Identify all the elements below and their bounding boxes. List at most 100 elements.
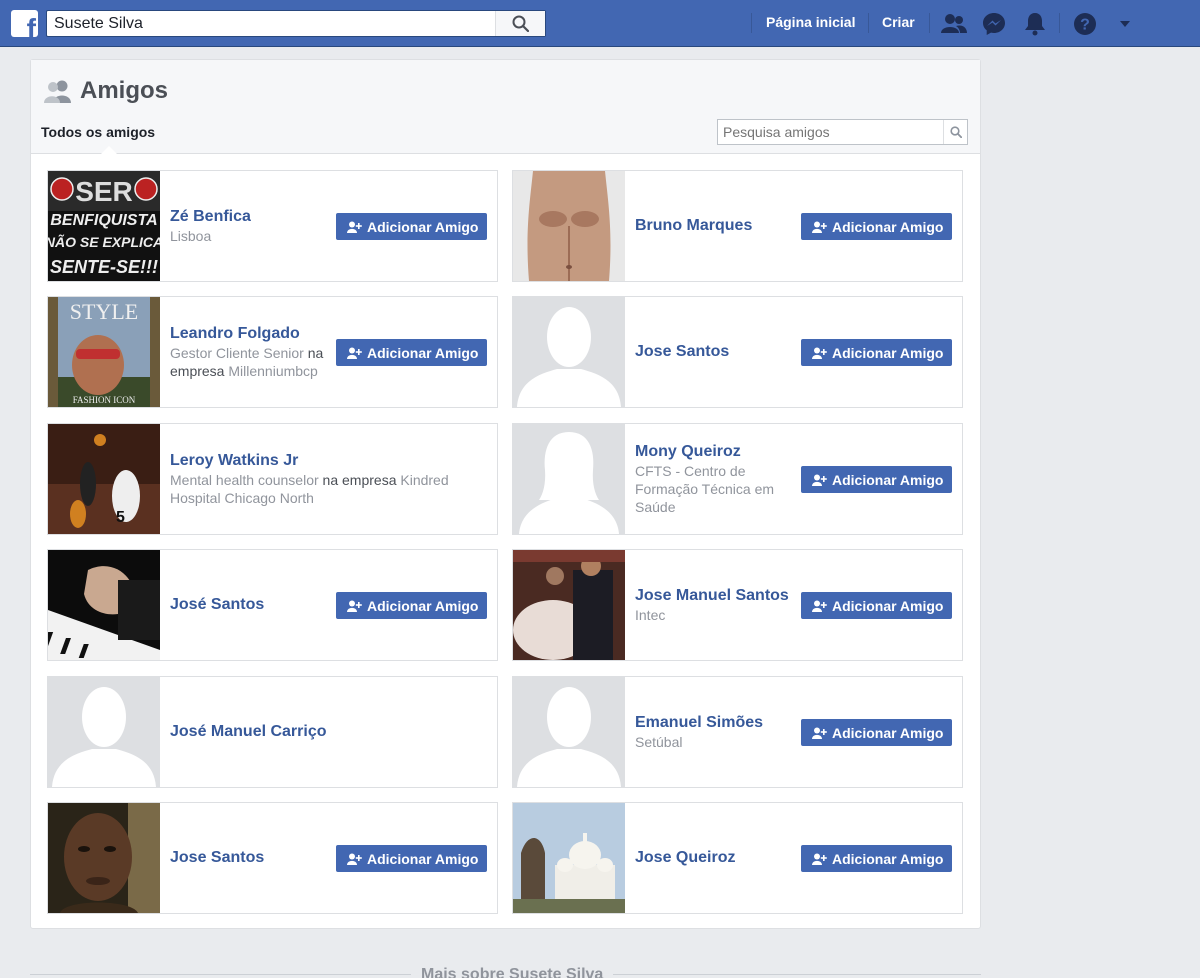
search-button[interactable]	[495, 11, 545, 36]
friend-info: José Manuel Carriço	[170, 677, 470, 787]
friends-search-button[interactable]	[943, 120, 967, 144]
add-friend-icon	[812, 727, 827, 739]
add-friend-button[interactable]: Adicionar Amigo	[336, 592, 487, 619]
friends-search-input[interactable]	[718, 120, 943, 144]
add-friend-icon	[812, 347, 827, 359]
friend-card: José Santos Adicionar Amigo	[47, 549, 498, 661]
friend-subtitle: Mental health counselor na empresa Kindr…	[170, 471, 470, 507]
friend-card: Jose Manuel Santos Intec Adicionar Amigo	[512, 549, 963, 661]
svg-text:NÃO SE EXPLICA: NÃO SE EXPLICA	[48, 233, 160, 250]
nav-separator	[751, 13, 752, 33]
svg-text:SER: SER	[75, 176, 133, 207]
add-friend-label: Adicionar Amigo	[832, 344, 944, 361]
default-avatar-male-icon	[513, 297, 625, 407]
messenger-icon[interactable]	[981, 11, 1007, 37]
friend-name[interactable]: José Manuel Carriço	[170, 722, 470, 742]
friends-card-header: Amigos Todos os amigos	[31, 60, 980, 154]
add-friend-label: Adicionar Amigo	[367, 850, 479, 867]
profile-photo[interactable]: 5	[48, 424, 160, 534]
profile-photo[interactable]	[513, 677, 625, 787]
global-search-box	[46, 10, 546, 37]
search-icon	[949, 126, 962, 138]
friend-subtitle: CFTS - Centro de Formação Técnica em Saú…	[635, 463, 775, 515]
profile-photo[interactable]: STYLE FASHION ICON	[48, 297, 160, 407]
friend-card: Mony Queiroz CFTS - Centro de Formação T…	[512, 423, 963, 535]
home-link[interactable]: Página inicial	[766, 14, 855, 30]
svg-text:STYLE: STYLE	[70, 299, 138, 324]
add-friend-label: Adicionar Amigo	[367, 218, 479, 235]
profile-photo[interactable]: SER BENFIQUISTA NÃO SE EXPLICA SENTE-SE!!!	[48, 171, 160, 281]
tab-all-friends[interactable]: Todos os amigos	[41, 124, 155, 140]
company-name: Millenniumbcp	[224, 363, 318, 379]
friend-subtitle: Intec	[635, 607, 666, 623]
profile-photo[interactable]	[48, 550, 160, 660]
profile-photo[interactable]	[513, 550, 625, 660]
friend-card: Jose Queiroz Adicionar Amigo	[512, 802, 963, 914]
add-friend-icon	[347, 221, 362, 233]
friend-name[interactable]: Jose Manuel Santos	[635, 586, 800, 606]
profile-photo[interactable]	[513, 424, 625, 534]
profile-photo[interactable]	[513, 171, 625, 281]
add-friend-icon	[812, 853, 827, 865]
friend-name[interactable]: Leroy Watkins Jr	[170, 451, 470, 471]
subtitle-connector: empresa	[170, 363, 225, 379]
svg-text:5: 5	[116, 509, 125, 526]
profile-photo[interactable]	[513, 803, 625, 913]
add-friend-icon	[812, 474, 827, 486]
friend-card: Jose Santos Adicionar Amigo	[512, 296, 963, 408]
add-friend-button[interactable]: Adicionar Amigo	[336, 339, 487, 366]
svg-text:BENFIQUISTA: BENFIQUISTA	[50, 212, 157, 229]
friends-card: Amigos Todos os amigos SER BENFIQUISTA NÃO…	[30, 59, 981, 929]
profile-photo[interactable]	[48, 677, 160, 787]
nav-separator	[868, 13, 869, 33]
add-friend-button[interactable]: Adicionar Amigo	[801, 466, 952, 493]
friend-card: José Manuel Carriço	[47, 676, 498, 788]
add-friend-label: Adicionar Amigo	[832, 471, 944, 488]
profile-photo[interactable]	[513, 297, 625, 407]
subtitle-connector: empresa	[342, 472, 397, 488]
friend-card: 5 Leroy Watkins Jr Mental health counsel…	[47, 423, 498, 535]
active-tab-indicator	[100, 145, 118, 154]
add-friend-button[interactable]: Adicionar Amigo	[801, 719, 952, 746]
friend-card: Jose Santos Adicionar Amigo	[47, 802, 498, 914]
friend-card: Bruno Marques Adicionar Amigo	[512, 170, 963, 282]
add-friend-label: Adicionar Amigo	[832, 850, 944, 867]
add-friend-button[interactable]: Adicionar Amigo	[336, 845, 487, 872]
search-icon	[512, 15, 529, 32]
svg-text:FASHION ICON: FASHION ICON	[73, 395, 136, 405]
top-navigation-bar: f Página inicial Criar ?	[0, 0, 1200, 47]
friend-name[interactable]: Mony Queiroz	[635, 442, 790, 462]
svg-text:?: ?	[1080, 17, 1090, 34]
help-question-icon[interactable]: ?	[1072, 11, 1098, 37]
add-friend-label: Adicionar Amigo	[367, 344, 479, 361]
add-friend-icon	[347, 600, 362, 612]
svg-text:SENTE-SE!!!: SENTE-SE!!!	[50, 257, 158, 277]
add-friend-label: Adicionar Amigo	[832, 597, 944, 614]
subtitle-connector: na	[318, 472, 343, 488]
default-avatar-male-icon	[48, 677, 160, 787]
notifications-bell-icon[interactable]	[1022, 11, 1048, 37]
add-friend-button[interactable]: Adicionar Amigo	[336, 213, 487, 240]
job-title: Gestor Cliente Senior	[170, 345, 304, 361]
facebook-logo-icon[interactable]: f	[11, 10, 38, 37]
friend-requests-icon[interactable]	[941, 11, 967, 37]
add-friend-button[interactable]: Adicionar Amigo	[801, 592, 952, 619]
default-avatar-female-icon	[513, 424, 625, 534]
add-friend-button[interactable]: Adicionar Amigo	[801, 339, 952, 366]
add-friend-label: Adicionar Amigo	[832, 218, 944, 235]
friends-icon	[44, 80, 71, 103]
global-search-input[interactable]	[47, 11, 495, 36]
create-link[interactable]: Criar	[882, 14, 915, 30]
friends-search-box	[717, 119, 968, 145]
account-menu-chevron-down-icon[interactable]	[1112, 11, 1138, 37]
add-friend-icon	[347, 853, 362, 865]
add-friend-button[interactable]: Adicionar Amigo	[801, 845, 952, 872]
add-friend-label: Adicionar Amigo	[367, 597, 479, 614]
add-friend-button[interactable]: Adicionar Amigo	[801, 213, 952, 240]
profile-photo[interactable]	[48, 803, 160, 913]
nav-separator	[929, 13, 930, 33]
friend-card: SER BENFIQUISTA NÃO SE EXPLICA SENTE-SE!!! …	[47, 170, 498, 282]
friend-info: Leroy Watkins Jr Mental health counselor…	[170, 424, 470, 534]
friend-card: STYLE FASHION ICON Leandro Folgado Gestor…	[47, 296, 498, 408]
friend-info: Mony Queiroz CFTS - Centro de Formação T…	[635, 424, 790, 534]
